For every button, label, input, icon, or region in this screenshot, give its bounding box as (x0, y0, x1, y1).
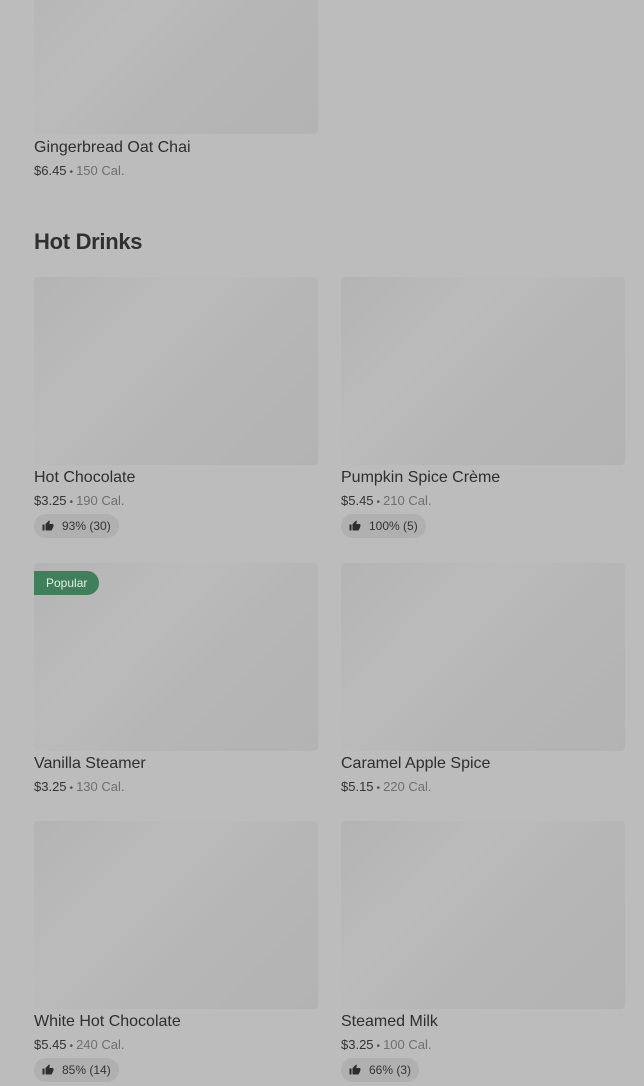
rating-badge: 93% (30) (34, 514, 119, 538)
meta-separator: • (69, 783, 74, 794)
meta-separator: • (376, 783, 381, 794)
rating-text: 66% (3) (369, 1063, 412, 1077)
item-image[interactable] (34, 0, 318, 134)
item-image[interactable] (341, 277, 625, 465)
item-name: Pumpkin Spice Crème (341, 469, 501, 486)
item-calories: 210 Cal. (383, 493, 432, 508)
item-price: $6.45 (34, 163, 67, 178)
meta-separator: • (69, 167, 74, 178)
item-name: Vanilla Steamer (34, 755, 146, 772)
item-image[interactable] (341, 563, 625, 751)
item-image[interactable] (34, 277, 318, 465)
rating-badge: 66% (3) (341, 1058, 420, 1082)
thumbs-up-icon (42, 520, 54, 531)
item-meta: $5.15 • 220 Cal. (341, 778, 431, 798)
item-meta: $3.25 • 190 Cal. (34, 492, 124, 512)
rating-text: 85% (14) (62, 1063, 111, 1077)
item-price: $3.25 (341, 1037, 374, 1052)
item-price: $5.15 (341, 779, 374, 794)
item-image[interactable] (34, 821, 318, 1009)
item-name: Caramel Apple Spice (341, 755, 491, 772)
meta-separator: • (69, 497, 74, 508)
item-image[interactable] (341, 821, 625, 1009)
item-calories: 130 Cal. (76, 779, 125, 794)
item-price: $5.45 (341, 493, 374, 508)
rating-badge: 100% (5) (341, 514, 426, 538)
meta-separator: • (69, 1041, 74, 1052)
item-meta: $5.45 • 210 Cal. (341, 492, 431, 512)
item-name: Hot Chocolate (34, 469, 136, 486)
rating-text: 93% (30) (62, 519, 111, 533)
section-title: Hot Drinks (34, 229, 143, 254)
thumbs-up-icon (349, 1064, 361, 1075)
rating-text: 100% (5) (369, 519, 418, 533)
item-name: White Hot Chocolate (34, 1013, 181, 1030)
thumbs-up-icon (349, 520, 361, 531)
item-name: Gingerbread Oat Chai (34, 139, 191, 156)
item-price: $5.45 (34, 1037, 67, 1052)
item-meta: $6.45 • 150 Cal. (34, 162, 124, 182)
item-calories: 240 Cal. (76, 1037, 125, 1052)
item-calories: 100 Cal. (383, 1037, 432, 1052)
menu-page: Gingerbread Oat Chai $6.45 • 150 Cal. Hot … (0, 0, 644, 1086)
item-calories: 220 Cal. (383, 779, 432, 794)
thumbs-up-icon (42, 1064, 54, 1075)
popular-badge: Popular (34, 571, 100, 595)
item-meta: $3.25 • 100 Cal. (341, 1036, 431, 1056)
item-calories: 190 Cal. (76, 493, 125, 508)
item-meta: $5.45 • 240 Cal. (34, 1036, 124, 1056)
item-price: $3.25 (34, 779, 67, 794)
item-calories: 150 Cal. (76, 163, 125, 178)
item-price: $3.25 (34, 493, 67, 508)
item-meta: $3.25 • 130 Cal. (34, 778, 124, 798)
rating-badge: 85% (14) (34, 1058, 119, 1082)
meta-separator: • (376, 1041, 381, 1052)
item-name: Steamed Milk (341, 1013, 438, 1030)
meta-separator: • (376, 497, 381, 508)
